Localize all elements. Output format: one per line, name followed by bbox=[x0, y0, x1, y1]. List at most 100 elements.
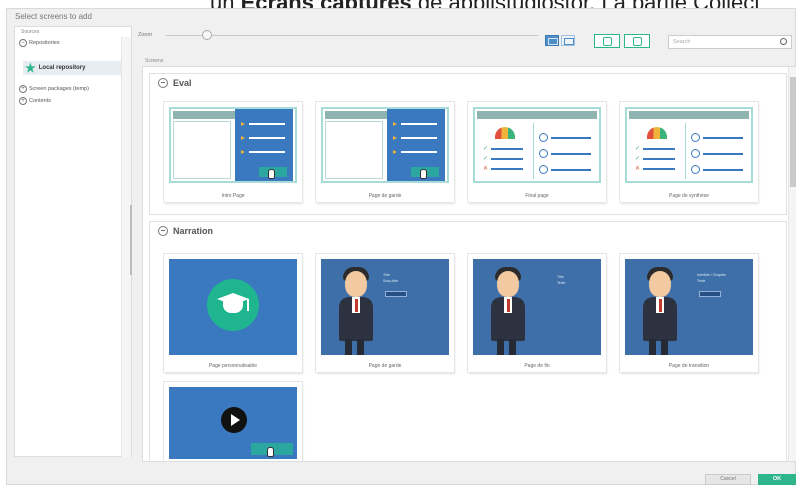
screen-card-final-page[interactable]: ✓ ✓ ✕ Final page bbox=[468, 102, 606, 202]
arrow-icon bbox=[393, 136, 397, 140]
screen-card-page-de-synthese[interactable]: ✓ ✓ ✕ Page de synthèse bbox=[620, 102, 758, 202]
sources-item-label: Repositories bbox=[29, 40, 60, 46]
screen-card-caption bbox=[164, 460, 302, 461]
cross-icon: ✕ bbox=[635, 166, 641, 172]
gauge-icon bbox=[495, 127, 515, 139]
thumb-line bbox=[401, 137, 437, 139]
thumb-line bbox=[643, 158, 675, 160]
screen-card-caption: Page personnalisable bbox=[208, 363, 258, 369]
panel-splitter[interactable] bbox=[130, 205, 132, 275]
screen-card-page-de-fin[interactable]: Titre Texte Page de fin bbox=[468, 254, 606, 372]
sources-item-repositories[interactable]: − Repositories bbox=[19, 39, 60, 47]
option-circle-icon bbox=[539, 149, 548, 158]
zoom-slider-track[interactable] bbox=[166, 35, 538, 36]
screen-thumbnail: Titre Texte bbox=[473, 259, 601, 355]
thumb-mini-button bbox=[385, 291, 407, 297]
search-input[interactable]: Search bbox=[668, 35, 792, 49]
thumb-subtitle-text: Texte bbox=[557, 281, 566, 285]
thumb-line bbox=[249, 137, 285, 139]
screens-scrollbar[interactable] bbox=[788, 67, 796, 461]
thumb-line bbox=[551, 169, 591, 171]
screen-thumbnail: ✓ ✓ ✕ bbox=[473, 107, 601, 183]
option-circle-icon bbox=[539, 133, 548, 142]
screen-thumbnail: Titre Sous-titre bbox=[321, 259, 449, 355]
screen-card-page-personnalisable[interactable]: Page personnalisable bbox=[164, 254, 302, 372]
thumb-menu-panel bbox=[387, 109, 445, 181]
list-view-button[interactable] bbox=[561, 35, 575, 46]
sources-item-local-repository[interactable]: ★ Local repository bbox=[23, 61, 127, 75]
screen-card-page-de-garde-narration[interactable]: Titre Sous-titre Page de garde bbox=[316, 254, 454, 372]
search-icon[interactable] bbox=[780, 38, 787, 45]
view-mode-toggle bbox=[545, 35, 575, 46]
character-leg bbox=[509, 339, 516, 355]
sources-item-label: Local repository bbox=[38, 65, 86, 71]
thumb-menu-panel bbox=[235, 109, 293, 181]
expand-icon[interactable]: + bbox=[19, 97, 27, 105]
thumb-left-area bbox=[325, 121, 383, 179]
scrollbar-thumb[interactable] bbox=[790, 77, 796, 187]
screen-card-page-de-transition[interactable]: Intertitre / Chapitre Texte Page de tran… bbox=[620, 254, 758, 372]
option-circle-icon bbox=[539, 165, 548, 174]
zoom-slider-handle[interactable] bbox=[202, 30, 212, 40]
thumb-left-area bbox=[173, 121, 231, 179]
screen-card-video[interactable] bbox=[164, 382, 302, 461]
character-leg bbox=[649, 339, 656, 355]
collapse-icon[interactable]: − bbox=[158, 226, 168, 236]
character-tie bbox=[658, 299, 662, 312]
thumb-line bbox=[551, 137, 591, 139]
screen-card-page-de-garde[interactable]: Page de garde bbox=[316, 102, 454, 202]
hand-cursor-icon bbox=[267, 447, 274, 457]
screen-card-intro-page[interactable]: Intro Page bbox=[164, 102, 302, 202]
dialog-title: Select screens to add bbox=[15, 12, 92, 21]
thumb-line bbox=[703, 169, 743, 171]
sources-item-screen-packages[interactable]: + Screen packages (temp) bbox=[19, 85, 89, 93]
character-leg bbox=[661, 339, 668, 355]
collapse-icon[interactable]: − bbox=[19, 39, 27, 47]
group-narration: − Narration Page personnalisable Titre S… bbox=[149, 221, 787, 461]
cancel-button[interactable]: Cancel bbox=[705, 474, 751, 485]
screen-thumbnail bbox=[169, 387, 297, 459]
thumb-line bbox=[643, 148, 675, 150]
thumb-line bbox=[703, 137, 743, 139]
character-head bbox=[497, 271, 519, 297]
thumb-line bbox=[703, 153, 743, 155]
arrow-icon bbox=[241, 150, 245, 154]
screen-thumbnail: Intertitre / Chapitre Texte bbox=[625, 259, 753, 355]
ok-button[interactable]: OK bbox=[758, 474, 796, 485]
thumb-line bbox=[643, 168, 675, 170]
thumb-line bbox=[491, 168, 523, 170]
sources-item-label: Contents bbox=[29, 98, 52, 104]
group-header[interactable]: − Eval bbox=[158, 78, 192, 88]
thumb-line bbox=[401, 123, 437, 125]
cap-base bbox=[223, 301, 243, 313]
screen-thumbnail bbox=[321, 107, 449, 183]
copy-icon bbox=[632, 36, 642, 46]
character-tie bbox=[354, 299, 358, 312]
copy-button[interactable] bbox=[624, 34, 650, 48]
character-head bbox=[649, 271, 671, 297]
screen-card-caption: Page de garde bbox=[368, 363, 402, 369]
thumb-line bbox=[491, 158, 523, 160]
character-leg bbox=[357, 339, 364, 355]
star-icon: ★ bbox=[25, 61, 36, 75]
screen-card-caption: Page de garde bbox=[368, 193, 402, 199]
arrow-icon bbox=[393, 150, 397, 154]
screen-thumbnail bbox=[169, 259, 297, 355]
screen-card-caption: Intro Page bbox=[221, 193, 245, 199]
grid-view-button[interactable] bbox=[545, 35, 559, 46]
option-circle-icon bbox=[691, 165, 700, 174]
thumb-divider bbox=[685, 123, 686, 179]
group-header[interactable]: − Narration bbox=[158, 226, 213, 236]
preview-button[interactable] bbox=[594, 34, 620, 48]
thumb-line bbox=[249, 151, 285, 153]
collapse-icon[interactable]: − bbox=[158, 78, 168, 88]
expand-icon[interactable]: + bbox=[19, 85, 27, 93]
sources-item-contents[interactable]: + Contents bbox=[19, 97, 51, 105]
sources-item-label: Screen packages (temp) bbox=[29, 86, 89, 92]
thumb-line bbox=[249, 123, 285, 125]
option-circle-icon bbox=[691, 133, 700, 142]
thumb-line bbox=[401, 151, 437, 153]
zoom-label: Zoom bbox=[138, 32, 153, 38]
thumb-subtitle-text: Sous-titre bbox=[383, 279, 398, 283]
preview-icon bbox=[602, 36, 612, 46]
